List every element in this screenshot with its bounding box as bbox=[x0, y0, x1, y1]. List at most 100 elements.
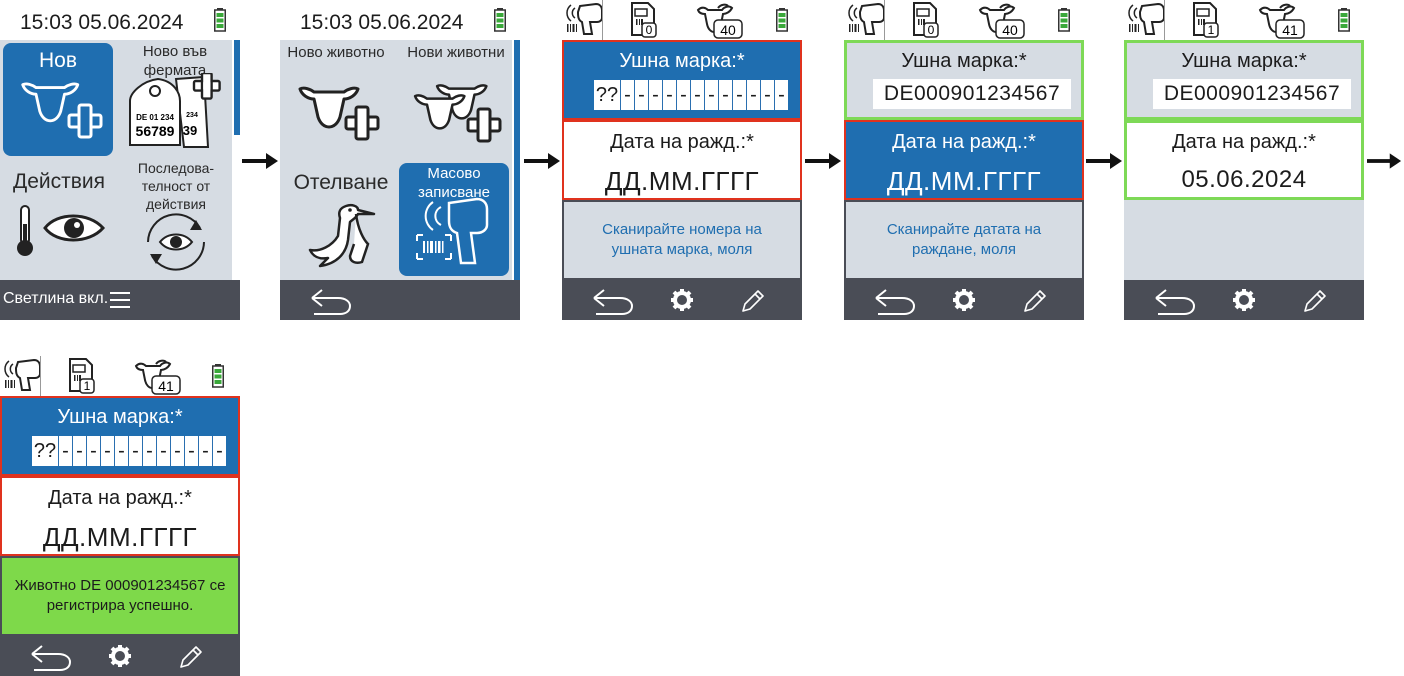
scanner-icon bbox=[1128, 3, 1165, 35]
ear-tag-label: Ушна марка:* bbox=[619, 50, 745, 72]
tag-text-3: 234 bbox=[186, 112, 198, 119]
birth-date-field[interactable]: Дата на ражд.:* ДД.ММ.ГГГГ bbox=[562, 120, 802, 200]
scrollbar[interactable] bbox=[514, 40, 520, 280]
flow-arrow bbox=[524, 153, 560, 169]
pencil-icon[interactable] bbox=[178, 644, 204, 670]
status-divider bbox=[602, 0, 603, 40]
datetime: 15:03 05.06.2024 bbox=[20, 11, 184, 34]
scan-count: 0 bbox=[646, 23, 653, 37]
tile-new-animal[interactable]: Ново животно bbox=[286, 43, 386, 151]
ear-tag-label: Ушна марка:* bbox=[901, 50, 1027, 72]
herd-icon: 41 bbox=[135, 359, 181, 395]
menu-icon[interactable] bbox=[110, 291, 132, 309]
ear-tag-plus-icon: DE 01 234 56789 234 39 bbox=[129, 73, 221, 148]
instruction-text: Сканирайте датата на раждане, моля bbox=[886, 221, 1042, 258]
barcode-scanner-icon bbox=[416, 197, 489, 265]
gear-icon[interactable] bbox=[670, 288, 694, 312]
battery-icon bbox=[1338, 8, 1350, 32]
birth-date-field[interactable]: Дата на ражд.:* ДД.ММ.ГГГГ bbox=[0, 476, 240, 556]
thermometer-eye-icon bbox=[17, 205, 105, 256]
scrollbar[interactable] bbox=[234, 40, 240, 135]
scan-count: 1 bbox=[1208, 23, 1215, 37]
tile-label: Действия bbox=[12, 170, 105, 193]
back-icon[interactable] bbox=[1152, 286, 1198, 316]
birth-date-label: Дата на ражд.:* bbox=[48, 487, 192, 509]
ear-tag-field[interactable]: Ушна марка:* DE000901234567 bbox=[1124, 40, 1364, 120]
footer-bar bbox=[0, 636, 240, 676]
success-message: Животно DE 000901234567 се регистрира ус… bbox=[14, 577, 226, 614]
ear-tag-field[interactable]: Ушна марка:* ?? ------------ bbox=[0, 396, 240, 476]
message-panel: Сканирайте номера на ушната марка, моля bbox=[562, 200, 802, 280]
screen-mass-recording-step1: 0 40 Ушна марка:* ?? ------------ Дата н… bbox=[562, 0, 802, 320]
birth-date-label: Дата на ражд.:* bbox=[610, 131, 754, 153]
herd-icon: 40 bbox=[979, 3, 1025, 40]
tile-calving[interactable]: Отелване bbox=[286, 160, 396, 275]
message-panel: Сканирайте датата на раждане, моля bbox=[844, 200, 1084, 280]
light-toggle-label[interactable]: Светлина вкл. bbox=[3, 290, 108, 308]
status-bar: 0 40 bbox=[844, 0, 1084, 40]
back-icon[interactable] bbox=[590, 286, 636, 316]
herd-icon: 40 bbox=[697, 3, 743, 40]
scanner-icon bbox=[848, 3, 885, 35]
cow-plus-icon bbox=[298, 86, 380, 141]
battery-icon bbox=[214, 8, 226, 32]
status-divider bbox=[1164, 0, 1165, 40]
birth-date-value: ДД.ММ.ГГГГ bbox=[604, 166, 760, 196]
gear-icon[interactable] bbox=[952, 288, 976, 312]
scanner-icon bbox=[566, 3, 603, 35]
ear-tag-prefix: ?? bbox=[594, 80, 621, 110]
animal-count: 41 bbox=[1282, 22, 1298, 38]
tile-new[interactable]: Нов bbox=[3, 43, 113, 156]
tag-text-2: 56789 bbox=[136, 123, 175, 139]
scan-count: 1 bbox=[84, 379, 91, 393]
scan-document-icon: 1 bbox=[1193, 2, 1219, 38]
animal-count: 40 bbox=[720, 22, 736, 38]
ear-tag-input[interactable]: ?? ------------ bbox=[594, 80, 788, 110]
birth-date-field[interactable]: Дата на ражд.:* ДД.ММ.ГГГГ bbox=[844, 120, 1084, 200]
cow-plus-icon bbox=[21, 82, 103, 139]
pencil-icon[interactable] bbox=[1022, 288, 1048, 314]
ear-tag-label: Ушна марка:* bbox=[57, 406, 183, 428]
scan-document-icon: 0 bbox=[913, 2, 939, 38]
back-icon[interactable] bbox=[28, 642, 74, 672]
flow-arrow bbox=[1086, 153, 1122, 169]
birth-date-field[interactable]: Дата на ражд.:* 05.06.2024 bbox=[1124, 120, 1364, 200]
status-bar: 1 41 bbox=[0, 356, 240, 396]
ear-tag-field[interactable]: Ушна марка:* DE000901234567 bbox=[844, 40, 1084, 120]
screen-mass-recording-step2: 0 40 Ушна марка:* DE000901234567 Дата на… bbox=[844, 0, 1084, 320]
status-divider bbox=[884, 0, 885, 40]
tag-text-4: 39 bbox=[183, 123, 197, 138]
back-icon[interactable] bbox=[308, 286, 354, 316]
herd-icon: 41 bbox=[1259, 3, 1305, 40]
battery-icon bbox=[776, 8, 788, 32]
footer-bar: Светлина вкл. bbox=[0, 280, 240, 320]
ear-tag-input[interactable]: ?? ------------ bbox=[32, 436, 226, 466]
footer-bar bbox=[280, 280, 520, 320]
ear-tag-field[interactable]: Ушна марка:* ?? ------------ bbox=[562, 40, 802, 120]
birth-date-label: Дата на ражд.:* bbox=[1172, 131, 1316, 153]
tile-mass-recording[interactable]: Масово записване bbox=[399, 163, 509, 276]
animal-count: 41 bbox=[158, 378, 174, 394]
screen-main-menu: 15:03 05.06.2024 Нов Ново във фермата DE… bbox=[0, 0, 240, 320]
ear-tag-prefix: ?? bbox=[32, 436, 59, 466]
tile-actions[interactable]: Действия bbox=[3, 160, 115, 275]
screen-new-menu: 15:03 05.06.2024 Ново животно Нови живот… bbox=[280, 0, 520, 320]
status-bar: 15:03 05.06.2024 bbox=[0, 0, 240, 40]
status-bar: 15:03 05.06.2024 bbox=[280, 0, 520, 40]
message-panel bbox=[1124, 200, 1364, 280]
status-divider bbox=[40, 356, 41, 396]
animal-count: 40 bbox=[1002, 22, 1018, 38]
tile-label: Нов bbox=[38, 49, 77, 72]
gear-icon[interactable] bbox=[108, 644, 132, 668]
back-icon[interactable] bbox=[872, 286, 918, 316]
battery-icon bbox=[212, 364, 224, 388]
tile-new-animals[interactable]: Нови животни bbox=[400, 43, 512, 151]
tile-action-sequence[interactable]: Последова-телност от действия bbox=[120, 158, 232, 275]
tile-new-on-farm[interactable]: Ново във фермата DE 01 234 56789 234 39 bbox=[120, 43, 232, 156]
pencil-icon[interactable] bbox=[1302, 288, 1328, 314]
footer-bar bbox=[844, 280, 1084, 320]
status-bar: 0 40 bbox=[562, 0, 802, 40]
flow-arrow bbox=[1367, 153, 1402, 169]
gear-icon[interactable] bbox=[1232, 288, 1256, 312]
pencil-icon[interactable] bbox=[740, 288, 766, 314]
